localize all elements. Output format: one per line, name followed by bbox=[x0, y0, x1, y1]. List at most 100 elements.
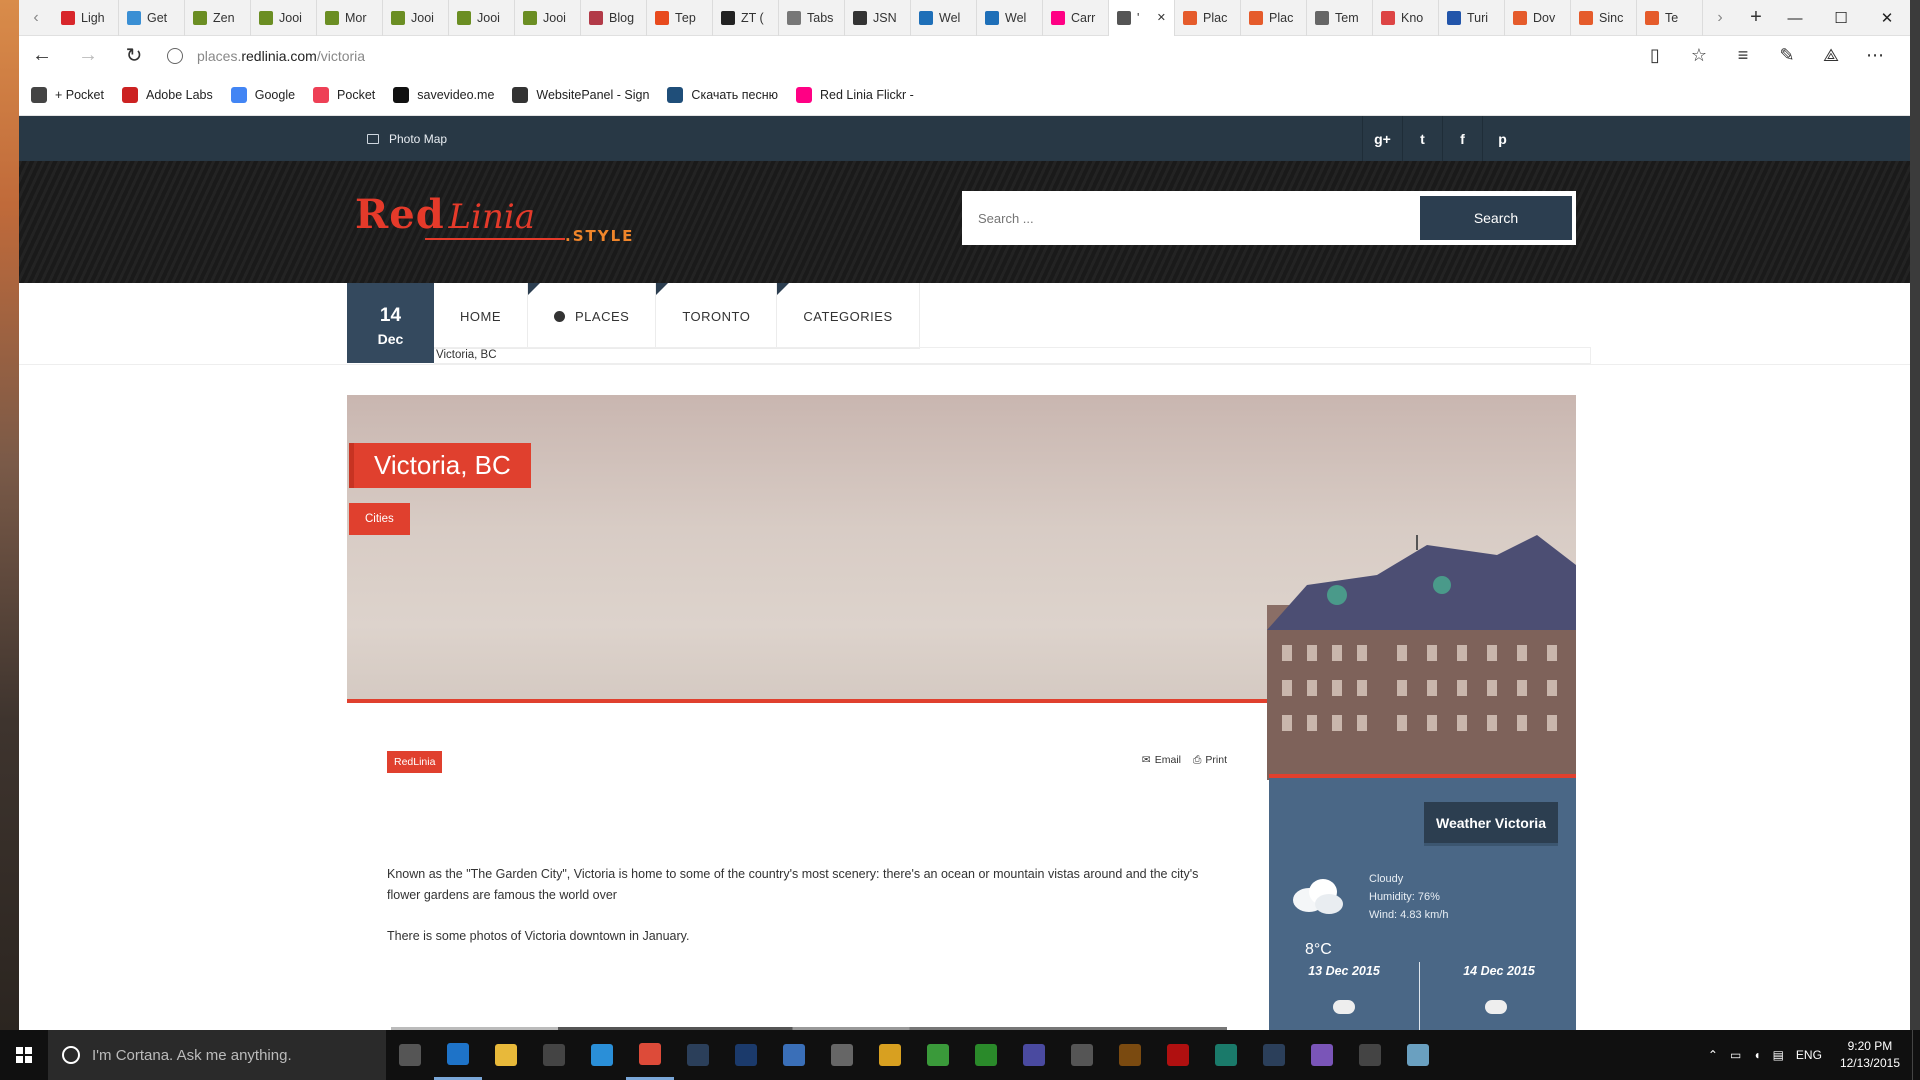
taskbar-app-settings[interactable] bbox=[1346, 1030, 1394, 1080]
browser-tab[interactable]: Jooi bbox=[515, 0, 581, 36]
hub-icon[interactable]: ≡ bbox=[1728, 45, 1758, 66]
favorite-item[interactable]: Скачать песню bbox=[667, 87, 778, 103]
category-badge[interactable]: Cities bbox=[349, 503, 410, 535]
site-logo[interactable]: Red Linia .STYLE bbox=[355, 191, 632, 245]
browser-tab[interactable]: Plac bbox=[1241, 0, 1307, 36]
browser-tab[interactable]: ' ✕ bbox=[1109, 0, 1175, 36]
menu-item-places[interactable]: PLACES bbox=[528, 283, 657, 349]
close-window-button[interactable]: ✕ bbox=[1864, 0, 1910, 36]
favorite-item[interactable]: + Pocket bbox=[31, 87, 104, 103]
browser-tab[interactable]: Te bbox=[1637, 0, 1703, 36]
browser-tab[interactable]: Jooi bbox=[383, 0, 449, 36]
browser-tab[interactable]: Zen bbox=[185, 0, 251, 36]
favorite-item[interactable]: Pocket bbox=[313, 87, 375, 103]
search-button[interactable]: Search bbox=[1420, 196, 1572, 240]
taskbar-app-app-7[interactable] bbox=[1058, 1030, 1106, 1080]
volume-icon[interactable]: ◖ bbox=[1753, 1048, 1760, 1062]
taskbar-app-app-8[interactable] bbox=[1202, 1030, 1250, 1080]
refresh-button[interactable]: ↻ bbox=[111, 43, 157, 68]
minimize-button[interactable]: — bbox=[1772, 0, 1818, 36]
close-tab-icon[interactable]: ✕ bbox=[1157, 11, 1166, 24]
browser-tab[interactable]: Tem bbox=[1307, 0, 1373, 36]
taskbar-app-lightroom[interactable] bbox=[674, 1030, 722, 1080]
favorite-item[interactable]: WebsitePanel - Sign bbox=[512, 87, 649, 103]
search-input[interactable] bbox=[978, 210, 1420, 226]
favorite-item[interactable]: Adobe Labs bbox=[122, 87, 213, 103]
browser-tab[interactable]: Tabs bbox=[779, 0, 845, 36]
menu-item-categories[interactable]: CATEGORIES bbox=[777, 283, 920, 349]
notifications-icon[interactable]: ▤ bbox=[1773, 1048, 1784, 1062]
taskbar-app-filezilla[interactable] bbox=[1154, 1030, 1202, 1080]
url-field[interactable]: places. redlinia.com/victoria bbox=[167, 47, 1640, 64]
browser-tab[interactable]: Ligh bbox=[53, 0, 119, 36]
favorite-star-icon[interactable]: ☆ bbox=[1684, 45, 1714, 66]
taskbar-app-app-6[interactable] bbox=[1010, 1030, 1058, 1080]
maximize-button[interactable]: ☐ bbox=[1818, 0, 1864, 36]
more-icon[interactable]: ⋯ bbox=[1860, 45, 1890, 66]
forward-button[interactable]: → bbox=[65, 44, 111, 67]
browser-tab[interactable]: JSN bbox=[845, 0, 911, 36]
start-button[interactable] bbox=[0, 1030, 48, 1080]
browser-tab[interactable]: Wel bbox=[911, 0, 977, 36]
twitter-icon[interactable]: t bbox=[1402, 116, 1442, 161]
taskbar-app-app-2[interactable] bbox=[818, 1030, 866, 1080]
browser-tab[interactable]: Jooi bbox=[449, 0, 515, 36]
browser-tab[interactable]: Blog bbox=[581, 0, 647, 36]
author-tag[interactable]: RedLinia bbox=[387, 751, 443, 773]
taskbar-app-chrome[interactable] bbox=[626, 1030, 674, 1080]
taskbar-app-task-view[interactable] bbox=[386, 1030, 434, 1080]
taskbar-app-app-4[interactable] bbox=[914, 1030, 962, 1080]
tab-scroll-right-icon[interactable]: › bbox=[1703, 0, 1737, 36]
network-icon[interactable]: ▭ bbox=[1730, 1048, 1741, 1062]
taskbar-app-viber[interactable] bbox=[1298, 1030, 1346, 1080]
browser-tab[interactable]: ZT ( bbox=[713, 0, 779, 36]
taskbar-app-ie[interactable] bbox=[578, 1030, 626, 1080]
favorite-item[interactable]: Google bbox=[230, 87, 295, 103]
print-link[interactable]: ⎙ Print bbox=[1193, 754, 1227, 767]
ie-icon bbox=[591, 1044, 613, 1066]
browser-tab[interactable]: Plac bbox=[1175, 0, 1241, 36]
taskbar-app-photoshop[interactable] bbox=[722, 1030, 770, 1080]
google-plus-icon[interactable]: g+ bbox=[1362, 116, 1402, 161]
browser-tab[interactable]: Turi bbox=[1439, 0, 1505, 36]
tab-label: Тер bbox=[675, 10, 696, 25]
facebook-icon[interactable]: f bbox=[1442, 116, 1482, 161]
reading-view-icon[interactable]: ▯ bbox=[1640, 45, 1670, 66]
favorite-item[interactable]: Red Linia Flickr - bbox=[796, 87, 914, 103]
cortana-search-box[interactable]: I'm Cortana. Ask me anything. bbox=[48, 1030, 386, 1080]
browser-tab[interactable]: Kno bbox=[1373, 0, 1439, 36]
share-icon[interactable]: ⟁ bbox=[1816, 45, 1846, 66]
photo-map-link[interactable]: Photo Map bbox=[367, 116, 447, 161]
language-indicator[interactable]: ENG bbox=[1796, 1048, 1822, 1062]
browser-tab[interactable]: Dov bbox=[1505, 0, 1571, 36]
tab-label: ZT ( bbox=[741, 10, 764, 25]
taskbar-app-app-1[interactable] bbox=[770, 1030, 818, 1080]
back-button[interactable]: ← bbox=[19, 44, 65, 67]
browser-tab[interactable]: Тер bbox=[647, 0, 713, 36]
clock[interactable]: 9:20 PM 12/13/2015 bbox=[1840, 1038, 1900, 1072]
tray-chevron-icon[interactable]: ⌃ bbox=[1708, 1048, 1718, 1062]
taskbar-app-bridge[interactable] bbox=[1106, 1030, 1154, 1080]
web-note-icon[interactable]: ✎ bbox=[1772, 45, 1802, 66]
taskbar-app-file-explorer[interactable] bbox=[482, 1030, 530, 1080]
browser-tab[interactable]: Mor bbox=[317, 0, 383, 36]
menu-item-toronto[interactable]: TORONTO bbox=[656, 283, 778, 349]
menu-item-home[interactable]: HOME bbox=[434, 283, 528, 349]
taskbar-app-app-3[interactable] bbox=[866, 1030, 914, 1080]
favorite-item[interactable]: savevideo.me bbox=[393, 87, 494, 103]
browser-tab[interactable]: Wel bbox=[977, 0, 1043, 36]
browser-tab[interactable]: Sinc bbox=[1571, 0, 1637, 36]
browser-tab[interactable]: Get bbox=[119, 0, 185, 36]
taskbar-app-lightroom-2[interactable] bbox=[1250, 1030, 1298, 1080]
tab-scroll-left-icon[interactable]: ‹ bbox=[19, 0, 53, 36]
browser-tab[interactable]: Carr bbox=[1043, 0, 1109, 36]
taskbar-app-store[interactable] bbox=[530, 1030, 578, 1080]
email-link[interactable]: ✉ Email bbox=[1142, 754, 1181, 767]
taskbar-app-app-9[interactable] bbox=[1394, 1030, 1442, 1080]
new-tab-button[interactable]: + bbox=[1737, 6, 1775, 29]
browser-tab[interactable]: Jooi bbox=[251, 0, 317, 36]
taskbar-app-edge[interactable] bbox=[434, 1030, 482, 1080]
pinterest-icon[interactable]: p bbox=[1482, 116, 1522, 161]
taskbar-app-app-5[interactable] bbox=[962, 1030, 1010, 1080]
show-desktop-button[interactable] bbox=[1912, 1030, 1920, 1080]
